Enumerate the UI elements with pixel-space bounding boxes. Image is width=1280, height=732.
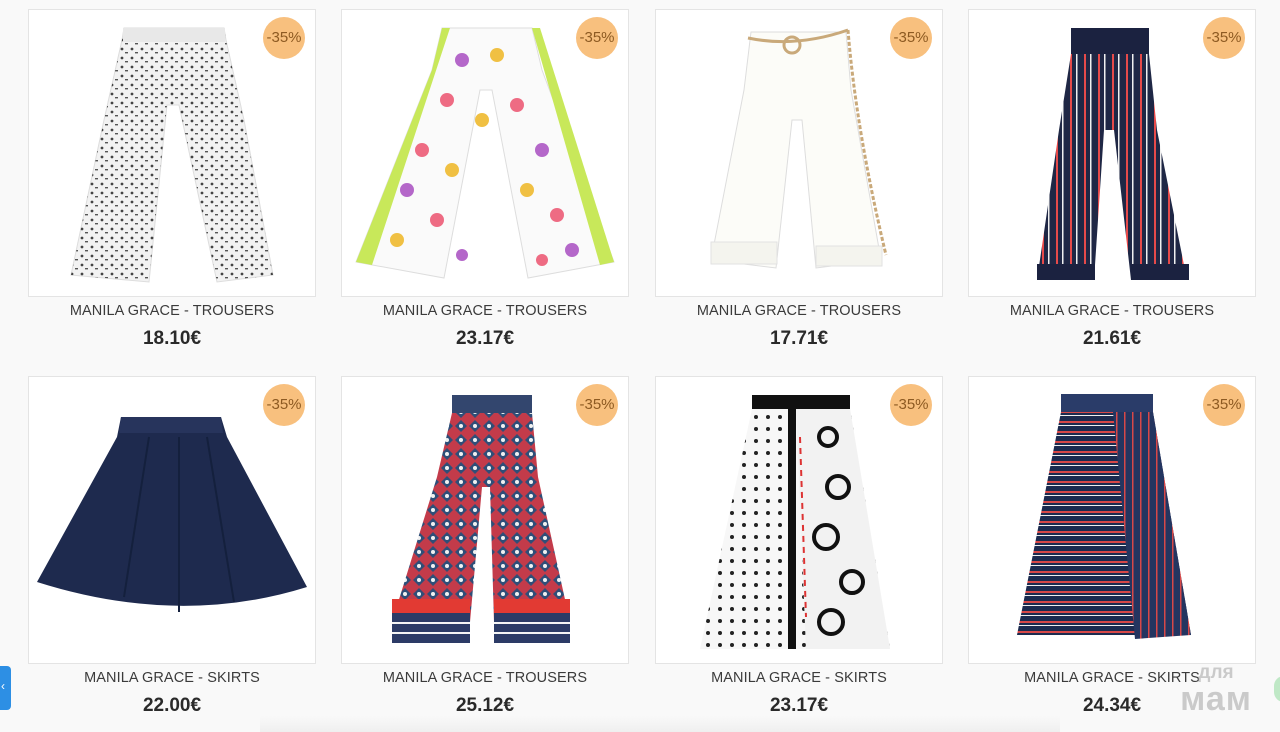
- product-card[interactable]: -35% MANILA GRACE - SKIRTS 22.00€: [28, 376, 316, 717]
- product-card[interactable]: -35% MANILA GRACE - SKIRTS 23.17€: [655, 376, 943, 717]
- product-image[interactable]: -35%: [28, 9, 316, 297]
- product-card[interactable]: -35% MANILA GRACE - TROUSERS 17.71€: [655, 9, 943, 350]
- product-image[interactable]: -35%: [28, 376, 316, 664]
- product-price: 23.17€: [455, 328, 515, 349]
- product-price: 25.12€: [455, 695, 515, 716]
- product-image[interactable]: -35%: [968, 376, 1256, 664]
- product-price: 24.34€: [1082, 695, 1142, 716]
- discount-badge: -35%: [890, 17, 932, 59]
- discount-badge: -35%: [576, 384, 618, 426]
- product-image[interactable]: -35%: [968, 9, 1256, 297]
- product-card[interactable]: -35% MANILA GRACE - TROUSERS 25.12€: [341, 376, 629, 717]
- discount-badge: -35%: [263, 384, 305, 426]
- product-name[interactable]: MANILA GRACE - TROUSERS: [341, 670, 629, 686]
- product-image[interactable]: -35%: [655, 9, 943, 297]
- chevron-left-icon: ‹: [1, 679, 5, 693]
- product-card[interactable]: -35% MANILA GRACE - TROUSERS 23.17€: [341, 9, 629, 350]
- product-name[interactable]: MANILA GRACE - TROUSERS: [655, 303, 943, 319]
- product-name[interactable]: MANILA GRACE - TROUSERS: [28, 303, 316, 319]
- product-name[interactable]: MANILA GRACE - SKIRTS: [968, 670, 1256, 686]
- product-card[interactable]: -35% MANILA GRACE - SKIRTS 24.34€: [968, 376, 1256, 717]
- product-price: 17.71€: [769, 328, 829, 349]
- product-name[interactable]: MANILA GRACE - TROUSERS: [968, 303, 1256, 319]
- product-price: 21.61€: [1082, 328, 1142, 349]
- discount-badge: -35%: [576, 17, 618, 59]
- product-name[interactable]: MANILA GRACE - SKIRTS: [28, 670, 316, 686]
- product-price: 23.17€: [769, 695, 829, 716]
- product-card[interactable]: -35% MANILA GRACE - TROUSERS 18.10€: [28, 9, 316, 350]
- product-image[interactable]: -35%: [655, 376, 943, 664]
- discount-badge: -35%: [263, 17, 305, 59]
- product-name[interactable]: MANILA GRACE - TROUSERS: [341, 303, 629, 319]
- product-card[interactable]: -35% MANILA GRACE - TROUSERS 21.61€: [968, 9, 1256, 350]
- discount-badge: -35%: [1203, 17, 1245, 59]
- product-price: 18.10€: [142, 328, 202, 349]
- bottom-fade: [260, 716, 1060, 732]
- product-grid: -35% MANILA GRACE - TROUSERS 18.10€ -35%…: [0, 0, 1280, 732]
- side-panel-tab[interactable]: ‹: [0, 666, 11, 710]
- product-price: 22.00€: [142, 695, 202, 716]
- discount-badge: -35%: [1203, 384, 1245, 426]
- product-image[interactable]: -35%: [341, 376, 629, 664]
- discount-badge: -35%: [890, 384, 932, 426]
- product-image[interactable]: -35%: [341, 9, 629, 297]
- product-name[interactable]: MANILA GRACE - SKIRTS: [655, 670, 943, 686]
